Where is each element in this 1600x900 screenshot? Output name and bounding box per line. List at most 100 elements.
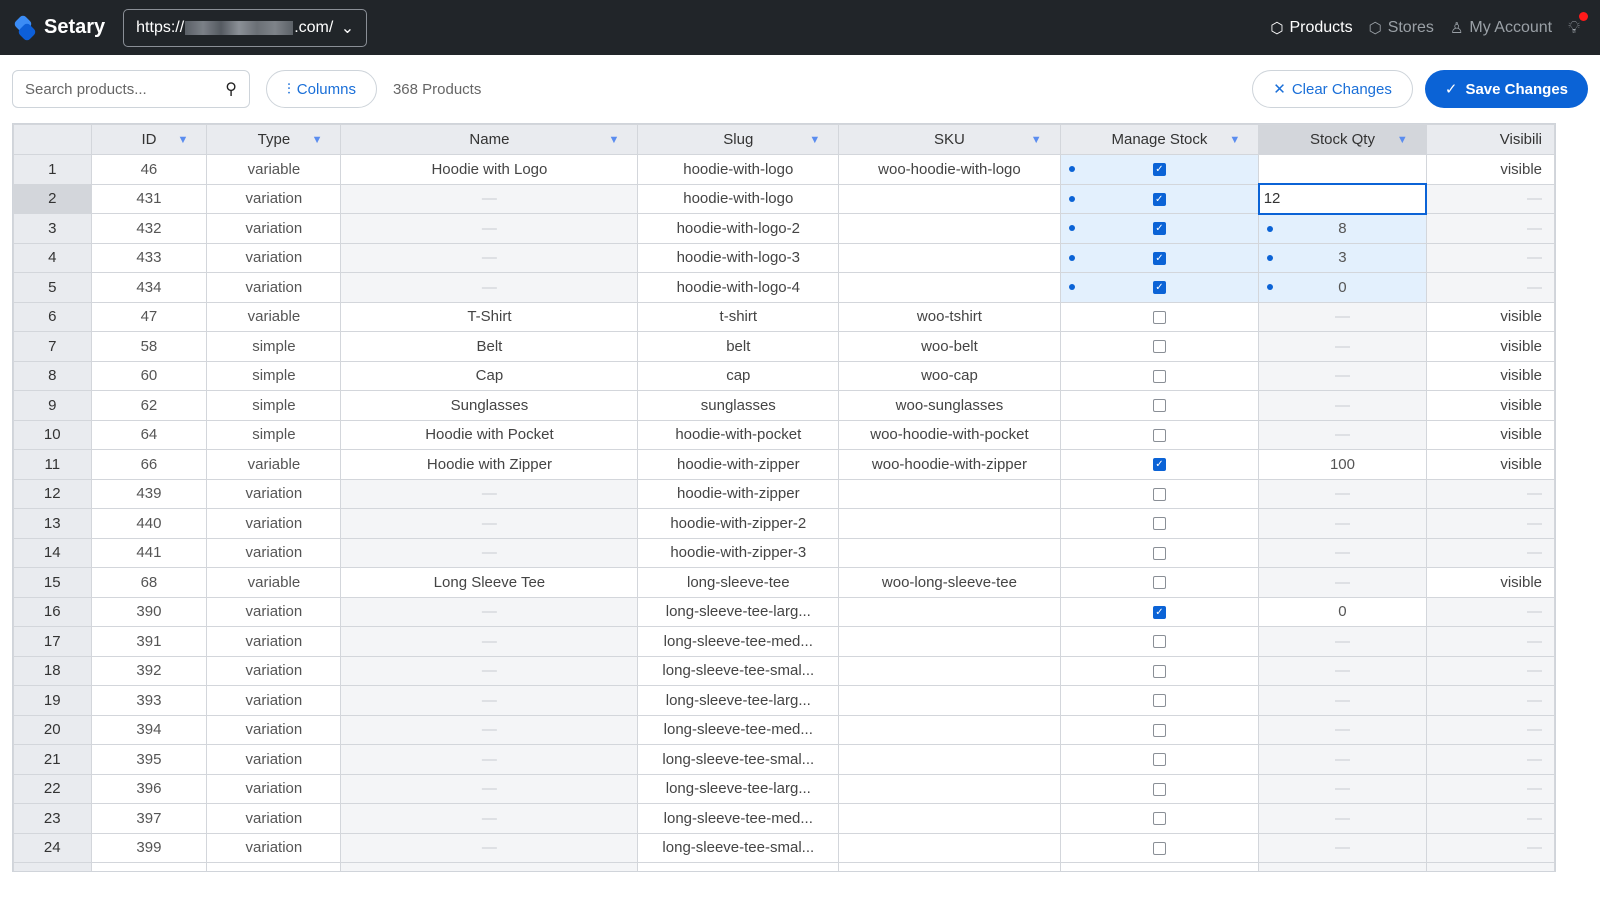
cell-manage-stock[interactable]: ✓ xyxy=(1059,213,1260,244)
cell-stock-qty[interactable]: — xyxy=(1258,419,1427,450)
cell-stock-qty[interactable]: — xyxy=(1258,655,1427,686)
cell-stock-qty[interactable] xyxy=(1258,154,1427,185)
cell-sku[interactable] xyxy=(838,685,1061,716)
cell-id[interactable]: 441 xyxy=(90,537,208,568)
row-number[interactable]: 19 xyxy=(13,685,92,716)
cell-type[interactable]: variation xyxy=(206,626,342,657)
app-logo[interactable]: Setary xyxy=(13,13,105,42)
cell-visibility[interactable]: — xyxy=(1425,213,1555,244)
cell-manage-stock[interactable]: ✓ xyxy=(1059,596,1260,627)
cell-visibility[interactable]: — xyxy=(1425,183,1555,214)
cell-visibility[interactable]: — xyxy=(1425,626,1555,657)
cell-visibility[interactable]: — xyxy=(1425,478,1555,509)
cell-sku[interactable] xyxy=(838,213,1061,244)
manage-stock-checkbox[interactable] xyxy=(1152,753,1166,767)
manage-stock-checkbox[interactable] xyxy=(1152,340,1166,354)
column-header-slug[interactable]: Slug ▼ xyxy=(637,124,840,155)
cell-manage-stock[interactable] xyxy=(1059,685,1260,716)
column-header-manage-stock[interactable]: Manage Stock ▼ xyxy=(1059,124,1260,155)
manage-stock-checkbox[interactable] xyxy=(1152,782,1166,796)
cell-stock-qty[interactable]: — xyxy=(1258,508,1427,539)
manage-stock-checkbox[interactable]: ✓ xyxy=(1152,192,1166,206)
cell-stock-qty[interactable]: — xyxy=(1258,714,1427,745)
cell-id[interactable]: 60 xyxy=(90,360,208,391)
row-number[interactable]: 2 xyxy=(13,183,92,214)
row-number[interactable]: 22 xyxy=(13,773,92,804)
cell-name[interactable]: Belt xyxy=(340,331,639,362)
row-number[interactable]: 8 xyxy=(13,360,92,391)
cell-id[interactable]: 64 xyxy=(90,419,208,450)
cell-id[interactable]: 434 xyxy=(90,272,208,303)
cell-slug[interactable]: sunglasses xyxy=(637,390,840,421)
cell-stock-qty[interactable]: 3 xyxy=(1258,242,1427,273)
cell-name[interactable]: — xyxy=(340,242,639,273)
column-header-name[interactable]: Name ▼ xyxy=(340,124,639,155)
cell-stock-qty[interactable]: — xyxy=(1258,390,1427,421)
column-header-stock-qty[interactable]: Stock Qty ▼ xyxy=(1258,124,1427,155)
cell-sku[interactable]: woo-hoodie-with-pocket xyxy=(838,419,1061,450)
column-header-type[interactable]: Type ▼ xyxy=(206,124,342,155)
cell-name[interactable]: T-Shirt xyxy=(340,301,639,332)
cell-stock-qty[interactable]: — xyxy=(1258,360,1427,391)
cell-slug[interactable]: long-sleeve-tee-smal... xyxy=(637,744,840,775)
nav-products[interactable]: ⬡ Products xyxy=(1270,19,1352,37)
cell-name[interactable]: — xyxy=(340,272,639,303)
cell-type[interactable]: variable xyxy=(206,449,342,480)
cell-type[interactable]: variation xyxy=(206,714,342,745)
cell-sku[interactable]: woo-sunglasses xyxy=(838,390,1061,421)
cell-name[interactable]: Long Sleeve Tee xyxy=(340,567,639,598)
cell-sku[interactable] xyxy=(838,242,1061,273)
filter-icon[interactable]: ▼ xyxy=(1031,134,1042,146)
cell-slug[interactable]: hoodie-with-logo xyxy=(637,154,840,185)
cell-id[interactable]: 440 xyxy=(90,508,208,539)
cell-visibility[interactable]: — xyxy=(1425,803,1555,834)
cell-id[interactable]: 391 xyxy=(90,626,208,657)
cell-id[interactable]: 393 xyxy=(90,685,208,716)
cell-slug[interactable]: long-sleeve-tee-larg... xyxy=(637,596,840,627)
cell-slug[interactable]: long-sleeve-tee-larg... xyxy=(637,773,840,804)
manage-stock-checkbox[interactable]: ✓ xyxy=(1152,163,1166,177)
cell-type[interactable]: variation xyxy=(206,272,342,303)
tips-button[interactable]: 💡︎ xyxy=(1568,11,1588,38)
cell-manage-stock[interactable]: ✓ xyxy=(1059,242,1260,273)
cell-stock-qty[interactable]: — xyxy=(1258,478,1427,509)
cell-id[interactable]: 390 xyxy=(90,596,208,627)
cell-id[interactable]: 394 xyxy=(90,714,208,745)
cell-stock-qty[interactable]: — xyxy=(1258,331,1427,362)
row-number[interactable]: 23 xyxy=(13,803,92,834)
row-number[interactable]: 3 xyxy=(13,213,92,244)
cell-manage-stock[interactable] xyxy=(1059,508,1260,539)
cell-manage-stock[interactable] xyxy=(1059,331,1260,362)
cell-stock-qty[interactable]: — xyxy=(1258,537,1427,568)
row-number[interactable]: 5 xyxy=(13,272,92,303)
cell-name[interactable]: — xyxy=(340,803,639,834)
columns-button[interactable]: ⫶ Columns xyxy=(266,70,377,108)
search-icon[interactable]: ⚲ xyxy=(225,79,237,99)
cell-slug[interactable]: long-sleeve-tee-med... xyxy=(637,714,840,745)
manage-stock-checkbox[interactable] xyxy=(1152,664,1166,678)
cell-type[interactable]: variable xyxy=(206,567,342,598)
cell-id[interactable]: 58 xyxy=(90,331,208,362)
row-number[interactable]: 15 xyxy=(13,567,92,598)
cell-name[interactable]: — xyxy=(340,626,639,657)
cell-visibility[interactable]: — xyxy=(1425,714,1555,745)
stock-qty-editor[interactable]: 12 xyxy=(1257,183,1428,215)
cell-visibility[interactable]: visible xyxy=(1425,449,1555,480)
cell-name[interactable]: — xyxy=(340,832,639,863)
cell-type[interactable]: variation xyxy=(206,242,342,273)
manage-stock-checkbox[interactable]: ✓ xyxy=(1152,222,1166,236)
cell-manage-stock[interactable] xyxy=(1059,537,1260,568)
cell-name[interactable]: Hoodie with Logo xyxy=(340,154,639,185)
cell-type[interactable]: variation xyxy=(206,803,342,834)
cell-stock-qty[interactable]: 100 xyxy=(1258,449,1427,480)
cell-name[interactable]: — xyxy=(340,537,639,568)
row-number[interactable]: 10 xyxy=(13,419,92,450)
cell-visibility[interactable]: — xyxy=(1425,242,1555,273)
cell-id[interactable]: 46 xyxy=(90,154,208,185)
cell-name[interactable]: — xyxy=(340,183,639,214)
row-number[interactable]: 18 xyxy=(13,655,92,686)
filter-icon[interactable]: ▼ xyxy=(608,134,619,146)
cell-type[interactable]: variation xyxy=(206,508,342,539)
cell-sku[interactable] xyxy=(838,478,1061,509)
cell-type[interactable]: simple xyxy=(206,390,342,421)
